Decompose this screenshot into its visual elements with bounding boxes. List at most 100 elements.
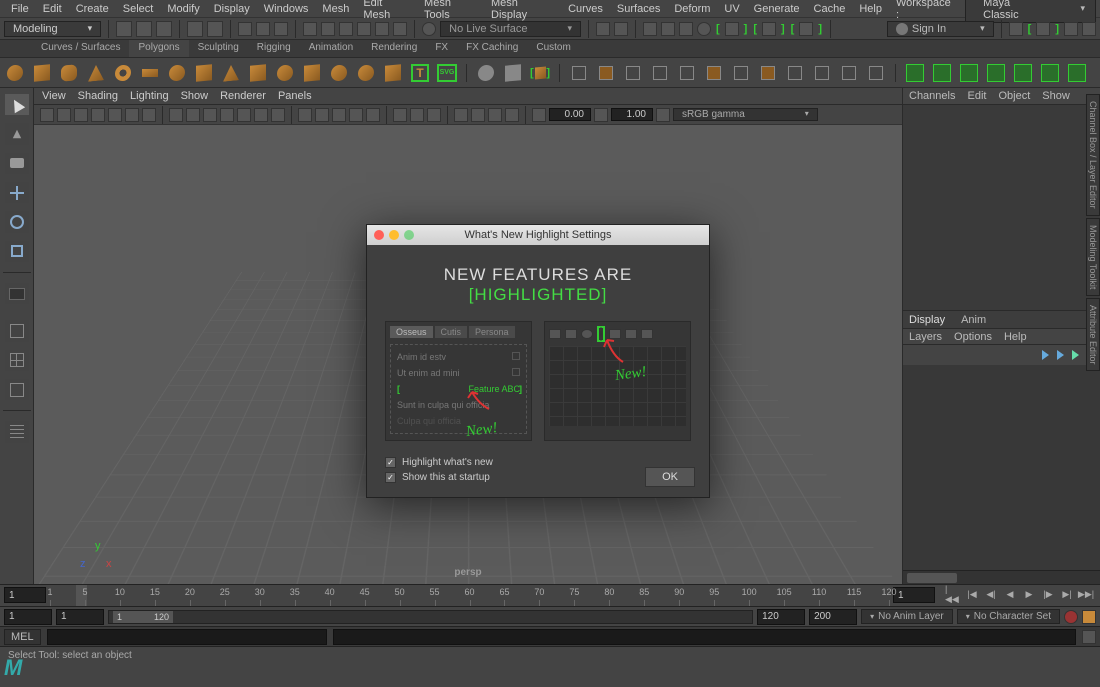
menu-generate[interactable]: Generate [747,3,807,15]
menu-deform[interactable]: Deform [667,3,717,15]
shelf-poly-cylinder-icon[interactable] [58,62,80,84]
sidetab-modeling-toolkit[interactable]: Modeling Toolkit [1086,218,1100,296]
menu-surfaces[interactable]: Surfaces [610,3,667,15]
component-mode-icon[interactable] [256,22,270,36]
ok-button[interactable]: OK [645,467,695,487]
open-scene-icon[interactable] [136,21,152,37]
range-thumb[interactable]: 1120 [113,611,173,623]
vp-gate-mask-icon[interactable] [220,108,234,122]
time-slider-track[interactable]: 1510152025303540455055606570758085909510… [50,585,889,606]
vp-field-chart-icon[interactable] [237,108,251,122]
shelf-superellipse-icon[interactable] [382,62,404,84]
shelf-combine-icon[interactable] [475,62,497,84]
menu-mesh-display[interactable]: Mesh Display [484,0,561,21]
layer-menu-layers[interactable]: Layers [909,331,942,343]
current-frame-input[interactable] [893,587,935,603]
layer-menu-help[interactable]: Help [1004,331,1027,343]
toggle-icon-a[interactable] [614,22,628,36]
vp-menu-panels[interactable]: Panels [278,90,312,102]
outliner-icon[interactable] [5,421,29,442]
shelf-poly-cube-icon[interactable] [31,62,53,84]
menu-edit-mesh[interactable]: Edit Mesh [356,0,417,21]
snap-live-icon[interactable] [375,22,389,36]
shelf-type-icon[interactable]: T [409,62,431,84]
shelf-sculpt-2-icon[interactable] [931,62,953,84]
light-editor-icon[interactable] [799,22,813,36]
vp-2d-pan-icon[interactable] [125,108,139,122]
layer-moveup-icon[interactable] [1042,350,1049,360]
shelf-multicut-icon[interactable] [649,62,671,84]
vp-menu-view[interactable]: View [42,90,66,102]
shelf-tab-fxcaching[interactable]: FX Caching [457,40,527,57]
list-item[interactable]: Culpa qui officia [393,413,524,429]
vp-bookmark-icon[interactable] [91,108,105,122]
shelf-poly-sphere-icon[interactable] [4,62,26,84]
maximize-icon[interactable] [404,230,414,240]
go-end-icon[interactable]: ▶▶| [1078,587,1094,601]
menu-cache[interactable]: Cache [807,3,853,15]
range-in-input[interactable] [56,609,104,625]
shelf-smooth-icon[interactable] [757,62,779,84]
live-surface-icon[interactable] [422,22,436,36]
shelf-separate-icon[interactable] [502,62,524,84]
menu-file[interactable]: File [4,3,36,15]
vp-exposure-input[interactable]: 0.00 [549,108,591,121]
step-fwd-icon[interactable]: |▶ [1040,587,1056,601]
hypershade-icon[interactable] [725,22,739,36]
vp-colorspace-selector[interactable]: sRGB gamma [673,108,818,121]
list-item[interactable]: Anim id estv [393,349,524,365]
vp-gamma-input[interactable]: 1.00 [611,108,653,121]
vp-xray-icon[interactable] [410,108,424,122]
mel-input[interactable] [47,629,327,645]
dlg-tab-1[interactable]: Osseus [390,326,433,338]
paint-select-tool-icon[interactable] [5,153,29,174]
lasso-tool-icon[interactable] [5,123,29,144]
select-tool-icon[interactable] [5,94,29,115]
menu-modify[interactable]: Modify [160,3,206,15]
menu-windows[interactable]: Windows [257,3,316,15]
sidetab-channel-box[interactable]: Channel Box / Layer Editor [1086,94,1100,216]
shelf-poly-pipe-icon[interactable] [274,62,296,84]
range-start-input[interactable] [4,609,52,625]
vp-grease-icon[interactable] [142,108,156,122]
vp-aa-icon[interactable] [488,108,502,122]
mel-label[interactable]: MEL [4,629,41,645]
vp-menu-renderer[interactable]: Renderer [220,90,266,102]
construction-history-icon[interactable] [596,22,610,36]
redo-icon[interactable] [207,21,223,37]
play-fwd-icon[interactable]: ▶ [1021,587,1037,601]
layer-tab-anim[interactable]: Anim [961,314,986,326]
anim-layer-selector[interactable]: No Anim Layer [861,609,953,624]
scale-tool-icon[interactable] [5,241,29,262]
step-back-key-icon[interactable]: |◀ [964,587,980,601]
vp-motion-blur-icon[interactable] [471,108,485,122]
mini-icon-1[interactable] [549,329,561,339]
layer-add-icon[interactable] [1072,350,1079,360]
range-slider[interactable]: 1120 [108,610,753,624]
shelf-triangulate-icon[interactable] [865,62,887,84]
range-end-input[interactable] [809,609,857,625]
render-view-icon[interactable] [643,22,657,36]
shelf-tab-polygons[interactable]: Polygons [129,40,188,57]
shelf-poly-gear-icon[interactable] [328,62,350,84]
shelf-sculpt-3-icon[interactable] [958,62,980,84]
mini-icon-7[interactable] [641,329,653,339]
workspace-selector[interactable]: Maya Classic [965,0,1096,23]
vp-lights-icon[interactable] [349,108,363,122]
shelf-bevel-icon[interactable] [622,62,644,84]
character-set-selector[interactable]: No Character Set [957,609,1060,624]
shelf-poly-soccer-icon[interactable] [355,62,377,84]
layout-toolkit-icon[interactable] [1036,22,1050,36]
vp-select-cam-icon[interactable] [40,108,54,122]
shelf-poly-helix-icon[interactable] [301,62,323,84]
mini-icon-3[interactable] [581,329,593,339]
play-back-icon[interactable]: ◀ [1002,587,1018,601]
menu-select[interactable]: Select [116,3,161,15]
vp-shaded-icon[interactable] [315,108,329,122]
dlg-tab-2[interactable]: Cutis [435,326,468,338]
layout-chbox-icon[interactable] [1009,22,1023,36]
sign-in-button[interactable]: Sign In [887,21,994,37]
layer-tab-display[interactable]: Display [909,314,945,326]
menu-help[interactable]: Help [852,3,889,15]
vp-res-gate-icon[interactable] [203,108,217,122]
